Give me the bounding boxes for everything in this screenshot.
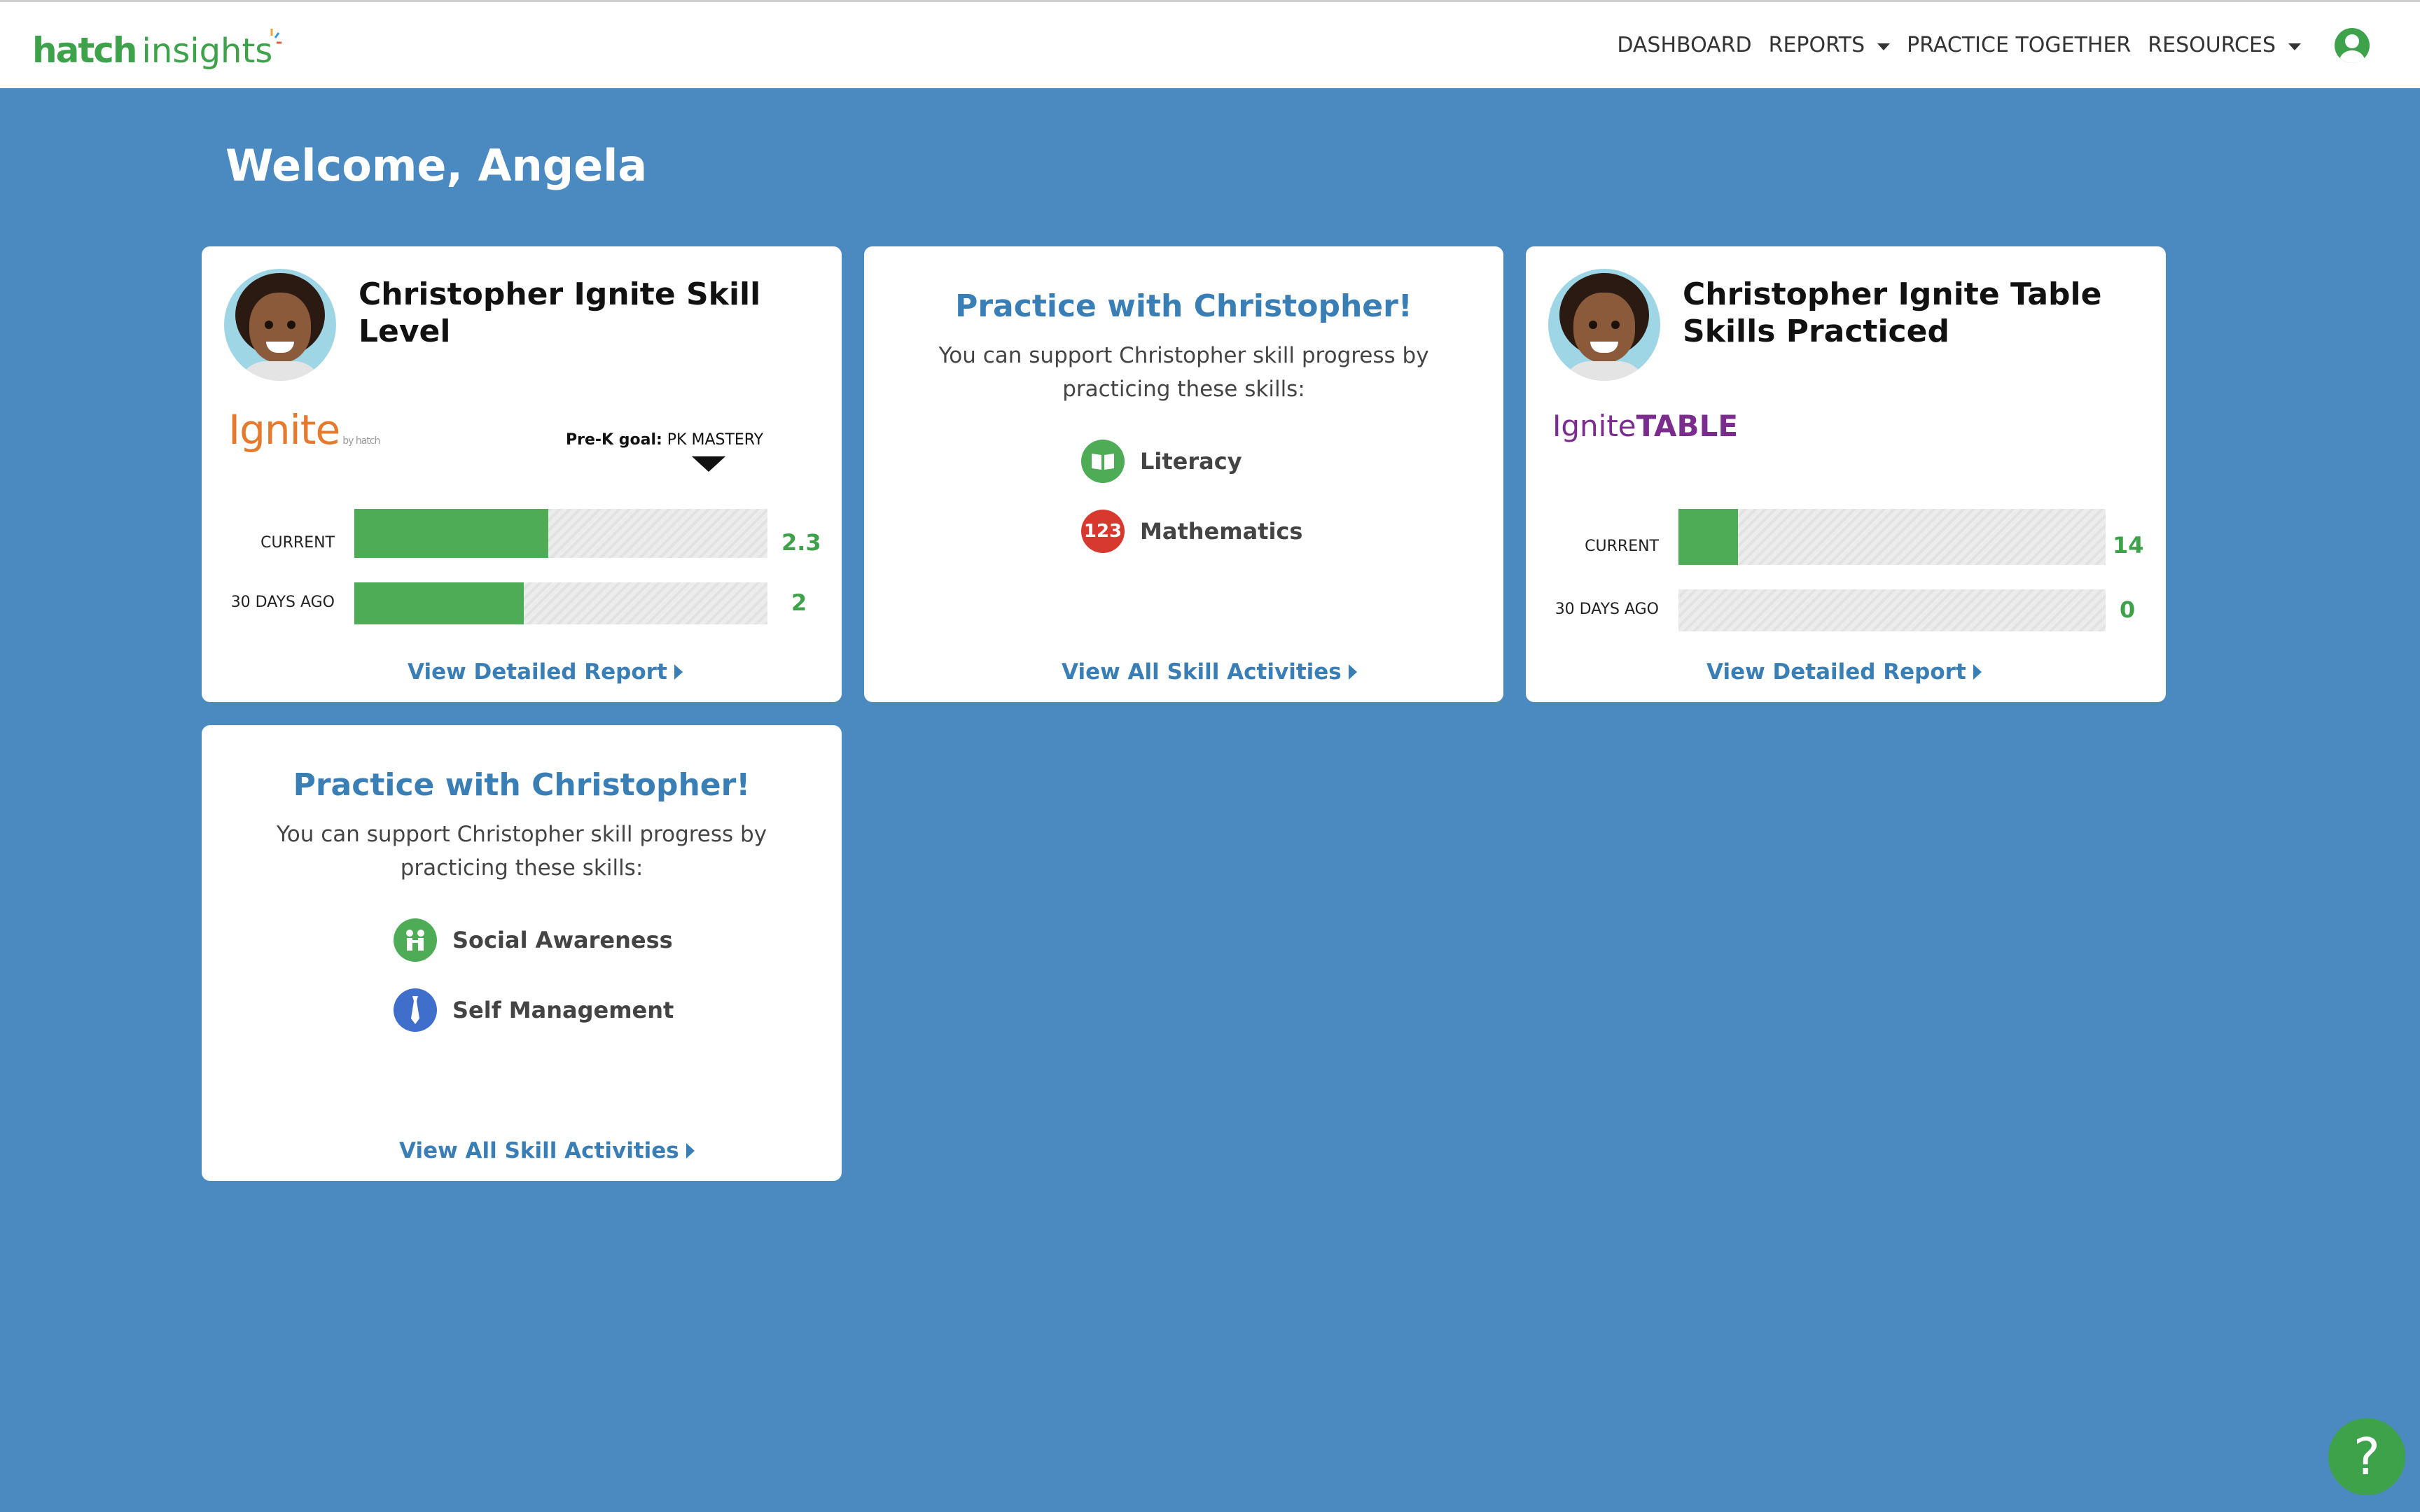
view-detailed-report-link[interactable]: View Detailed Report [1706, 659, 1982, 685]
logo-hatch-text: hatch [32, 30, 137, 71]
progress-bar-30-days [354, 582, 767, 624]
table-skills-title: Christopher Ignite Table Skills Practice… [1683, 276, 2102, 349]
user-profile-icon[interactable] [2335, 27, 2370, 63]
chevron-right-icon [1348, 664, 1357, 680]
skill-label: Mathematics [1140, 518, 1303, 545]
skill-literacy[interactable]: Literacy [1081, 440, 1242, 483]
goal-label: Pre-K goal: [566, 431, 662, 449]
view-detailed-report-link[interactable]: View Detailed Report [408, 659, 683, 685]
nav-reports[interactable]: REPORTS [1769, 33, 1891, 57]
view-all-skill-activities-link[interactable]: View All Skill Activities [1062, 659, 1357, 685]
people-icon [394, 918, 437, 962]
skill-label: Self Management [452, 997, 674, 1023]
chevron-right-icon [674, 664, 683, 680]
child-avatar [224, 269, 336, 381]
ignite-logo: Ignite by hatch [228, 406, 380, 454]
value-30-days: 0 [2120, 596, 2136, 623]
practice-subtitle: You can support Christopher skill progre… [276, 822, 767, 881]
row-label-current: CURRENT [260, 534, 335, 552]
practice-title: Practice with Christopher! [293, 767, 751, 803]
skill-label: Social Awareness [452, 927, 673, 953]
row-label-30-days: 30 DAYS AGO [1555, 601, 1659, 618]
brand-a: Ignite [1552, 409, 1636, 443]
logo-insights-text: insights [141, 31, 273, 71]
welcome-heading: Welcome, Angela [225, 140, 648, 191]
ignite-logo-sub: by hatch [342, 435, 380, 447]
link-text: View All Skill Activities [399, 1138, 679, 1163]
progress-bar-current [354, 509, 767, 558]
nav-practice-together[interactable]: PRACTICE TOGETHER [1907, 33, 2131, 57]
book-icon [1081, 440, 1125, 483]
link-text: View All Skill Activities [1062, 659, 1342, 685]
chevron-down-icon [1877, 43, 1891, 50]
view-all-skill-activities-link[interactable]: View All Skill Activities [399, 1138, 695, 1163]
ignite-table-logo: IgniteTABLE [1552, 409, 1738, 443]
row-label-current: CURRENT [1585, 538, 1659, 555]
ignite-logo-text: Ignite [228, 406, 340, 454]
value-current: 14 [2113, 532, 2144, 559]
link-text: View Detailed Report [1706, 659, 1966, 685]
child-avatar [1548, 269, 1660, 381]
numbers-icon: 123 [1081, 510, 1125, 553]
top-navigation-bar: hatch insights DASHBOARD REPORTS PRACTIC… [0, 0, 2420, 88]
brand-b: TABLE [1636, 409, 1739, 443]
practice-title: Practice with Christopher! [955, 288, 1412, 324]
chevron-down-icon [2288, 43, 2301, 50]
skill-social-awareness[interactable]: Social Awareness [394, 918, 673, 962]
nav-dashboard-label: DASHBOARD [1617, 33, 1752, 57]
value-30-days: 2 [791, 589, 807, 616]
table-skills-card: Christopher Ignite Table Skills Practice… [1526, 246, 2166, 702]
tie-icon [394, 988, 437, 1032]
practice-card-literacy-math: Practice with Christopher! You can suppo… [864, 246, 1503, 702]
row-label-30-days: 30 DAYS AGO [230, 594, 335, 611]
progress-bar-30-days [1678, 589, 2106, 631]
goal-value: PK MASTERY [667, 431, 764, 449]
skill-mathematics[interactable]: 123 Mathematics [1081, 510, 1302, 553]
skill-level-card: Christopher Ignite Skill Level Ignite by … [202, 246, 842, 702]
main-nav: DASHBOARD REPORTS PRACTICE TOGETHER RESO… [1617, 2, 2420, 88]
nav-practice-together-label: PRACTICE TOGETHER [1907, 33, 2132, 57]
progress-bar-current [1678, 509, 2106, 565]
nav-resources[interactable]: RESOURCES [2148, 33, 2301, 57]
chevron-right-icon [1973, 664, 1982, 680]
nav-reports-label: REPORTS [1768, 33, 1865, 57]
practice-card-social-self: Practice with Christopher! You can suppo… [202, 725, 842, 1181]
skill-level-title: Christopher Ignite Skill Level [359, 276, 761, 349]
skill-self-management[interactable]: Self Management [394, 988, 674, 1032]
link-text: View Detailed Report [408, 659, 667, 685]
logo-spark-icon [270, 29, 281, 44]
practice-subtitle: You can support Christopher skill progre… [938, 343, 1429, 402]
nav-resources-label: RESOURCES [2148, 33, 2276, 57]
prek-goal: Pre-K goal: PK MASTERY [566, 431, 763, 449]
chevron-right-icon [686, 1143, 695, 1158]
value-current: 2.3 [781, 529, 821, 556]
help-button[interactable]: ? [2328, 1418, 2405, 1495]
skill-label: Literacy [1140, 448, 1242, 475]
nav-dashboard[interactable]: DASHBOARD [1617, 33, 1751, 57]
hatch-insights-logo[interactable]: hatch insights [32, 22, 281, 71]
goal-marker-icon [692, 456, 725, 472]
